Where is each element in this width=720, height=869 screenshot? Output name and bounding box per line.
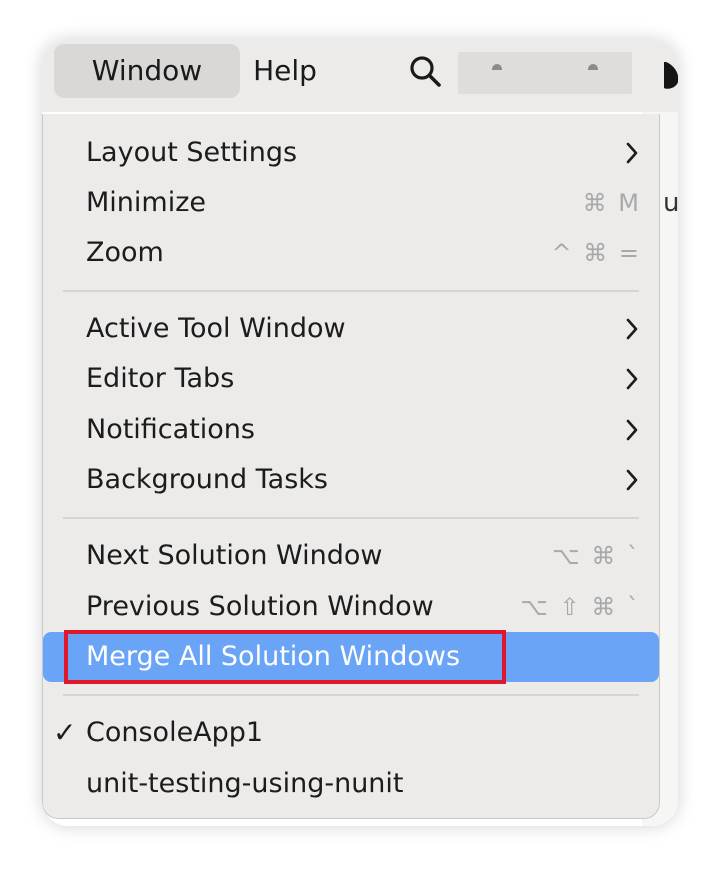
menu-bar: Window Help <box>42 40 678 112</box>
menu-item-next-solution-window[interactable]: Next Solution Window ⌥ ⌘ ` <box>43 531 659 581</box>
menu-separator <box>63 694 639 696</box>
menu-item-unit-testing-using-nunit[interactable]: unit-testing-using-nunit <box>43 759 659 809</box>
menu-item-label: Merge All Solution Windows <box>86 641 461 672</box>
menu-item-label: unit-testing-using-nunit <box>86 768 404 799</box>
menubar-window[interactable]: Window <box>54 44 240 98</box>
menu-item-label: Previous Solution Window <box>86 591 434 622</box>
menu-item-label: Minimize <box>86 187 206 218</box>
menu-item-notifications[interactable]: Notifications <box>43 405 659 455</box>
menu-item-minimize[interactable]: Minimize ⌘ M <box>43 178 659 228</box>
menu-item-label: Editor Tabs <box>86 363 235 394</box>
shortcut-next-solution-window: ⌥ ⌘ ` <box>552 542 641 570</box>
account-icon[interactable] <box>662 58 678 92</box>
menu-item-zoom[interactable]: Zoom ^ ⌘ = <box>43 228 659 278</box>
menu-separator <box>63 517 639 519</box>
redacted-status-items <box>458 52 632 94</box>
window-dropdown-menu: Layout Settings Minimize ⌘ M Zoom ^ ⌘ = … <box>42 114 660 819</box>
shortcut-zoom: ^ ⌘ = <box>551 239 641 267</box>
shortcut-previous-solution-window: ⌥ ⇧ ⌘ ` <box>520 593 641 621</box>
menu-item-label: ConsoleApp1 <box>86 717 264 748</box>
shortcut-minimize: ⌘ M <box>582 189 641 217</box>
menu-item-previous-solution-window[interactable]: Previous Solution Window ⌥ ⇧ ⌘ ` <box>43 582 659 632</box>
menu-item-label: Background Tasks <box>86 464 328 495</box>
search-icon[interactable] <box>408 54 442 88</box>
menu-item-background-tasks[interactable]: Background Tasks <box>43 455 659 505</box>
chevron-right-icon <box>626 368 638 390</box>
menu-item-label: Next Solution Window <box>86 540 383 571</box>
menu-item-merge-all-solution-windows[interactable]: Merge All Solution Windows <box>43 632 659 682</box>
chevron-right-icon <box>626 419 638 441</box>
menu-item-label: Notifications <box>86 414 255 445</box>
chevron-right-icon <box>626 318 638 340</box>
menu-item-label: Zoom <box>86 237 164 268</box>
menu-item-label: Active Tool Window <box>86 313 346 344</box>
menu-item-active-tool-window[interactable]: Active Tool Window <box>43 304 659 354</box>
background-window-text: u <box>663 188 678 218</box>
chevron-right-icon <box>626 142 638 164</box>
menubar-help[interactable]: Help <box>248 44 322 98</box>
menu-item-layout-settings[interactable]: Layout Settings <box>43 128 659 178</box>
checkmark-icon: ✓ <box>53 716 77 749</box>
menu-separator <box>63 290 639 292</box>
menu-item-consoleapp1[interactable]: ✓ ConsoleApp1 <box>43 708 659 758</box>
menu-item-editor-tabs[interactable]: Editor Tabs <box>43 354 659 404</box>
chevron-right-icon <box>626 469 638 491</box>
screenshot-frame: Window Help u Layout Settings Minimize ⌘… <box>42 40 678 826</box>
menu-item-label: Layout Settings <box>86 137 298 168</box>
